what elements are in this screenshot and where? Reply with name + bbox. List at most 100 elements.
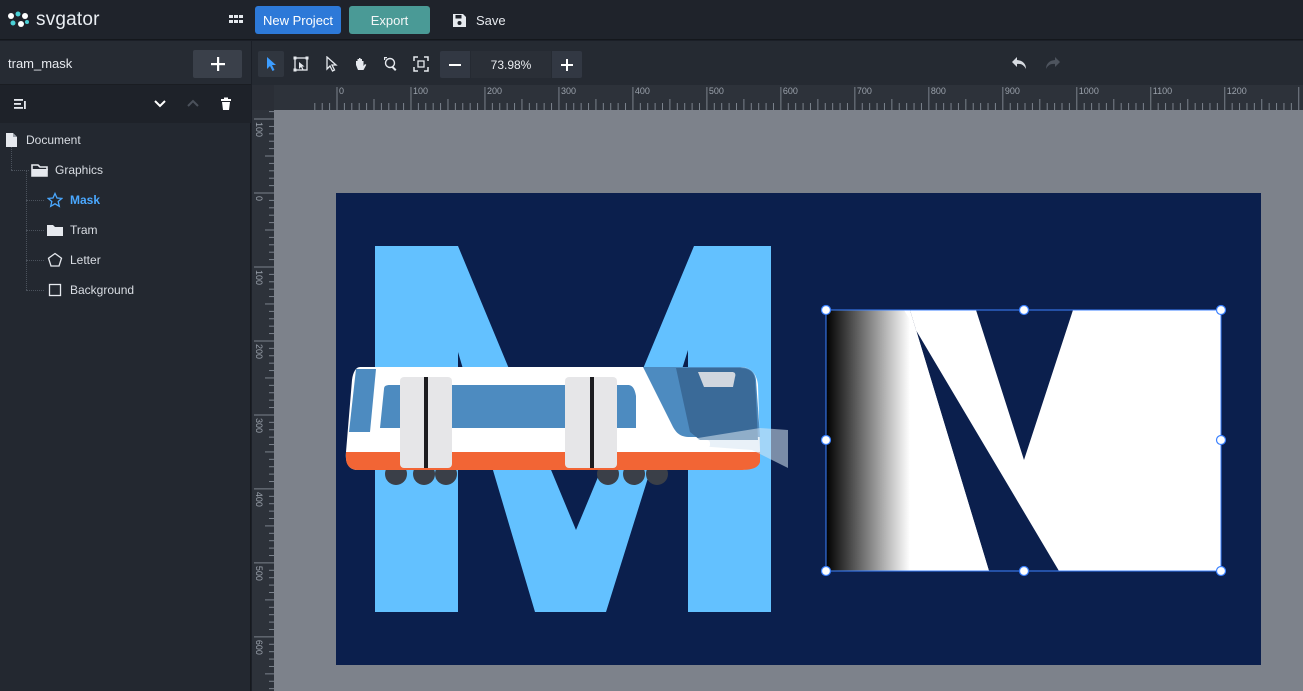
ruler-label: 1200 xyxy=(1227,86,1247,96)
tree-guide xyxy=(26,260,44,261)
layer-label: Mask xyxy=(70,193,101,207)
resize-handle xyxy=(1018,565,1030,577)
layer-document[interactable]: Document xyxy=(2,125,81,155)
zoom-level[interactable]: 73.98% xyxy=(470,51,552,78)
fit-screen-tool[interactable] xyxy=(408,51,434,77)
select-tool[interactable] xyxy=(258,51,284,77)
layer-label: Letter xyxy=(70,253,101,267)
resize-handle xyxy=(820,434,832,446)
redo-icon xyxy=(1046,57,1060,69)
folder-open-icon xyxy=(31,161,49,179)
tram-graphic[interactable] xyxy=(345,367,788,485)
chevron-up-icon xyxy=(187,99,199,107)
layers-sidebar: tram_mask Document Graphics Mask Tram Le… xyxy=(0,41,251,691)
hand-icon xyxy=(356,58,367,70)
ruler-label: 200 xyxy=(487,86,502,96)
pentagon-icon xyxy=(46,251,64,269)
list-options-icon xyxy=(14,99,26,109)
vertical-ruler[interactable]: 100 0 100 200 300 400 500 600 xyxy=(252,110,274,691)
layer-background[interactable]: Background xyxy=(46,275,134,305)
layer-label: Tram xyxy=(70,223,98,237)
resize-handle xyxy=(820,304,832,316)
plus-icon xyxy=(210,57,225,71)
fit-screen-icon xyxy=(413,56,429,72)
canvas-area[interactable] xyxy=(274,110,1303,691)
layer-graphics[interactable]: Graphics xyxy=(31,155,103,185)
ruler-label: 1100 xyxy=(1153,86,1172,96)
ruler-label: 0 xyxy=(339,86,344,96)
document-icon xyxy=(2,131,20,149)
transform-icon xyxy=(293,56,309,72)
project-name[interactable]: tram_mask xyxy=(8,56,72,71)
resize-handle xyxy=(1215,304,1227,316)
horizontal-ruler[interactable]: 0 100 200 300 400 500 600 700 800 900 1000 1100 1200 xyxy=(274,85,1303,110)
new-project-button[interactable]: New Project xyxy=(255,6,341,34)
star-icon xyxy=(46,191,64,209)
ruler-label: 500 xyxy=(254,566,264,581)
ruler-label: 700 xyxy=(857,86,872,96)
ruler-label: 100 xyxy=(413,86,428,96)
ruler-corner xyxy=(252,85,274,110)
undo-icon xyxy=(1012,57,1026,69)
ruler-label: 100 xyxy=(254,270,264,285)
ruler-label: 500 xyxy=(709,86,724,96)
projects-grid-button[interactable] xyxy=(226,10,246,30)
ruler-label: 100 xyxy=(254,122,264,137)
grid-icon xyxy=(229,15,243,23)
resize-handle xyxy=(1215,565,1227,577)
undo-button[interactable] xyxy=(1010,55,1030,76)
zoom-in-button[interactable] xyxy=(552,51,582,78)
pan-tool[interactable] xyxy=(348,51,374,77)
layer-label: Document xyxy=(26,133,81,147)
svgator-logo-icon xyxy=(8,11,29,27)
ruler-label: 400 xyxy=(635,86,650,96)
save-label: Save xyxy=(476,12,506,28)
app-logo[interactable]: svgator xyxy=(6,8,100,32)
resize-handle xyxy=(820,565,832,577)
move-down-button[interactable] xyxy=(152,96,168,112)
delete-layer-button[interactable] xyxy=(218,96,234,112)
top-bar: svgator New Project Export Save xyxy=(0,0,1303,40)
layer-label: Graphics xyxy=(55,163,104,177)
zoom-magnifier-icon xyxy=(384,57,397,71)
resize-handle xyxy=(1018,304,1030,316)
zoom-out-button[interactable] xyxy=(440,51,470,78)
ruler-ticks: 0 100 200 300 400 500 600 700 800 900 1000 1100 1200 xyxy=(314,86,1300,110)
chevron-down-icon xyxy=(154,100,166,108)
ruler-label: 600 xyxy=(783,86,798,96)
add-element-button[interactable] xyxy=(193,50,242,78)
zoom-control: 73.98% xyxy=(440,51,582,78)
layer-letter[interactable]: Letter xyxy=(46,245,101,275)
resize-handle xyxy=(1215,434,1227,446)
layer-tools-bar xyxy=(0,85,251,123)
ruler-label: 800 xyxy=(931,86,946,96)
ruler-ticks: 100 0 100 200 300 400 500 600 xyxy=(254,111,274,690)
move-up-button[interactable] xyxy=(185,96,201,112)
transform-tool[interactable] xyxy=(288,51,314,77)
logo-text: svgator xyxy=(36,9,100,30)
minus-icon xyxy=(449,63,461,66)
redo-button[interactable] xyxy=(1042,55,1062,76)
node-tool[interactable] xyxy=(318,51,344,77)
canvas-toolbar: 73.98% xyxy=(252,41,1303,85)
save-button[interactable]: Save xyxy=(452,10,506,30)
project-header: tram_mask xyxy=(0,41,251,85)
zoom-tool[interactable] xyxy=(378,51,404,77)
ruler-label: 300 xyxy=(254,418,264,433)
ruler-label: 1000 xyxy=(1079,86,1099,96)
ruler-label: 900 xyxy=(1005,86,1020,96)
tree-guide xyxy=(26,290,44,291)
layer-tram[interactable]: Tram xyxy=(46,215,98,245)
tree-guide xyxy=(26,230,44,231)
ruler-label: 0 xyxy=(254,196,264,201)
layer-mask[interactable]: Mask xyxy=(46,185,100,215)
ruler-label: 300 xyxy=(561,86,576,96)
ruler-label: 600 xyxy=(254,640,264,655)
layer-label: Background xyxy=(70,283,135,297)
trash-icon xyxy=(221,97,231,110)
floppy-disk-icon xyxy=(453,13,466,27)
cursor-arrow-icon xyxy=(267,57,276,71)
layer-options-button[interactable] xyxy=(12,96,28,112)
ruler-label: 400 xyxy=(254,492,264,507)
export-button[interactable]: Export xyxy=(349,6,430,34)
